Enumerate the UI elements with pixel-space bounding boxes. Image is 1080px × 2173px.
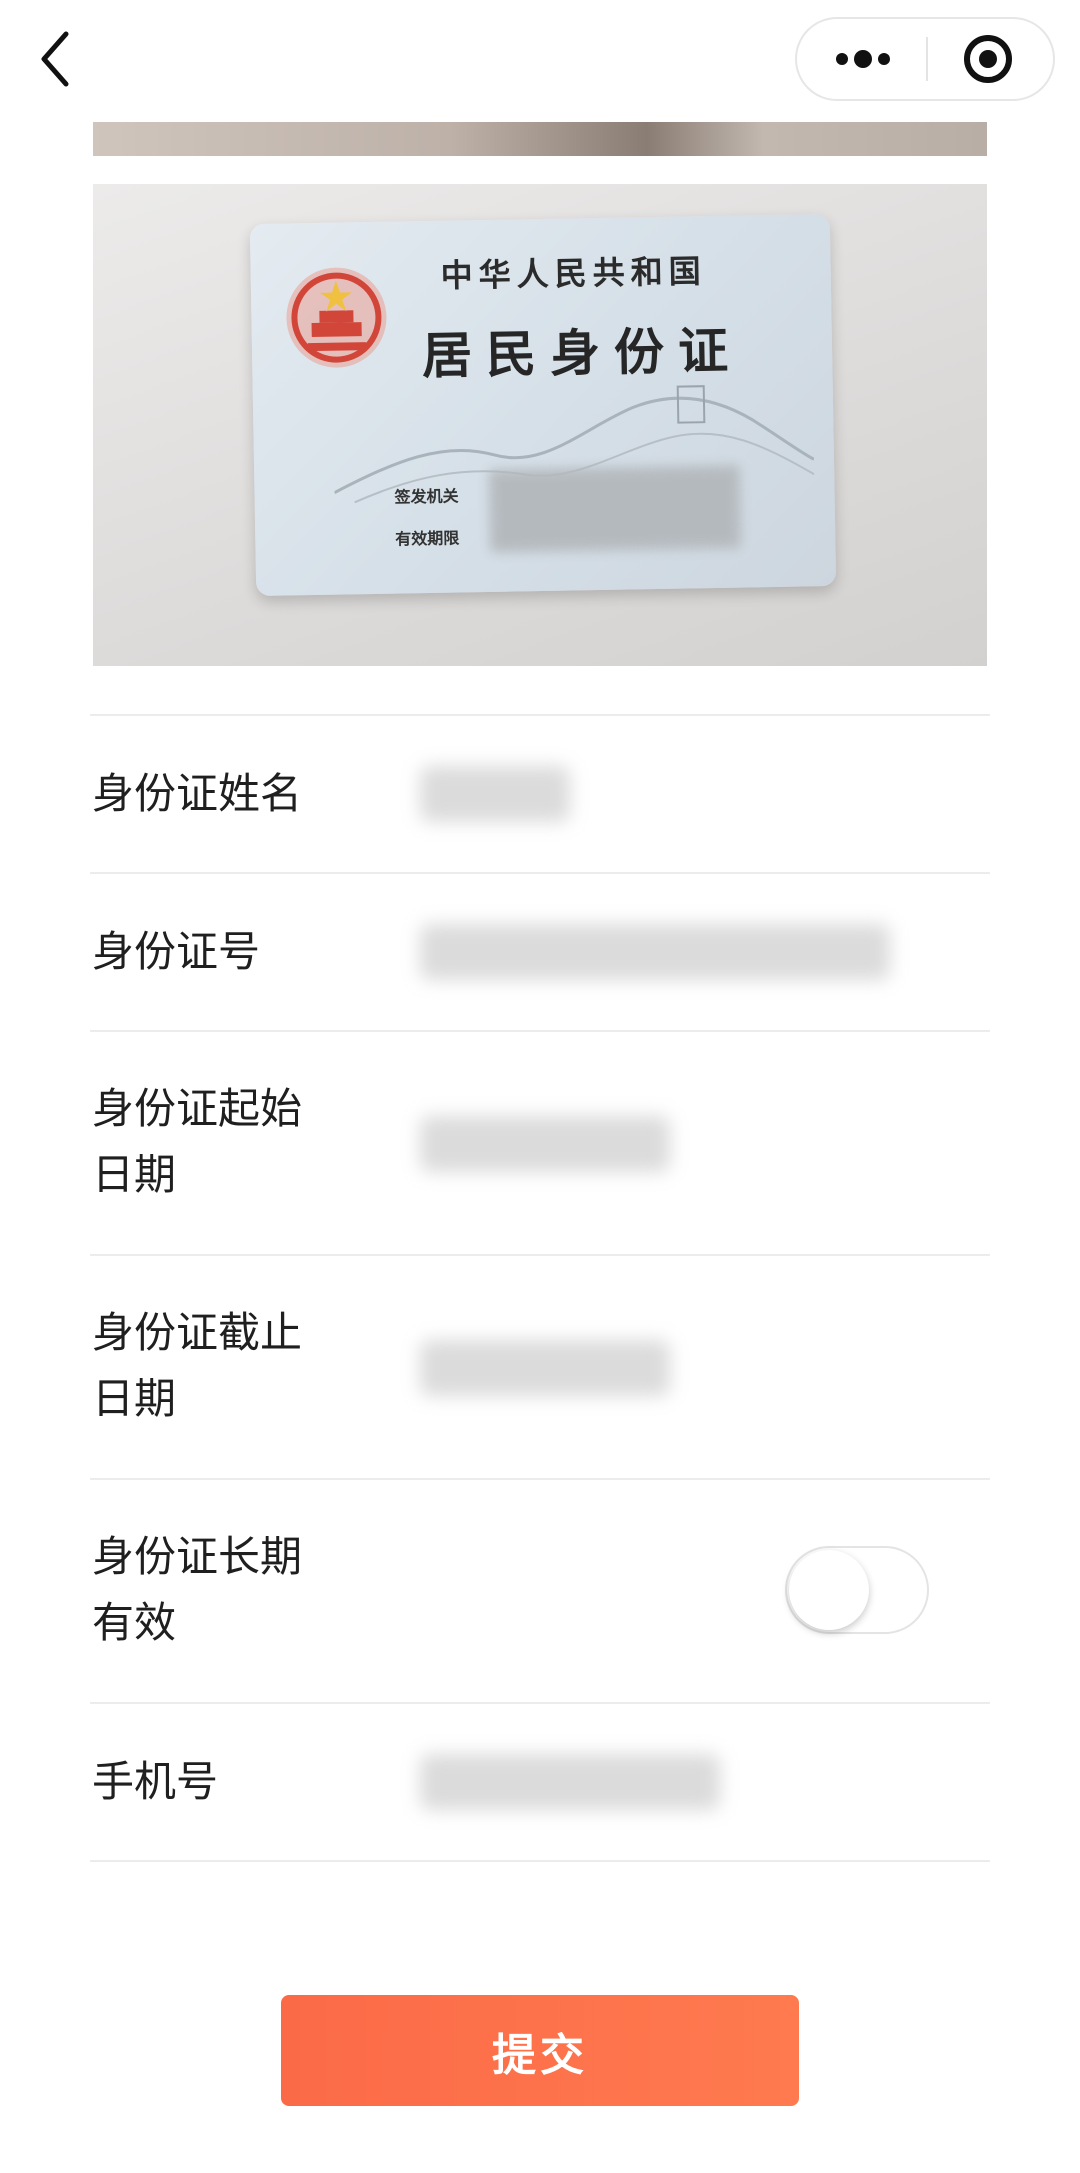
- name-row: 身份证姓名: [90, 716, 990, 872]
- id-info-form: 身份证姓名 身份证号 身份证起始 日期 身份证截止 日期 身份证长期 有效 手机…: [90, 714, 990, 1862]
- start-date-label: 身份证起始 日期: [92, 1076, 352, 1208]
- more-button[interactable]: [797, 19, 927, 99]
- divider: [90, 1860, 990, 1862]
- more-dots-icon: [836, 50, 890, 68]
- redacted-card-info: [489, 465, 741, 552]
- id-back-photo[interactable]: [93, 122, 987, 156]
- id-number-field[interactable]: [420, 924, 890, 980]
- validity-label: 有效期限: [395, 528, 460, 549]
- id-card: 中华人民共和国 居民身份证 签发机关 有效期限: [249, 213, 837, 597]
- long-term-label-line1: 身份证长期: [92, 1532, 303, 1581]
- card-country-title: 中华人民共和国: [440, 252, 708, 295]
- long-term-label-line2: 有效: [92, 1598, 177, 1647]
- id-number-row: 身份证号: [90, 874, 990, 1030]
- start-date-label-line2: 日期: [92, 1150, 177, 1199]
- name-field[interactable]: [420, 766, 570, 822]
- nav-bar: [0, 0, 1080, 120]
- issuer-label: 签发机关: [394, 486, 459, 507]
- chevron-left-icon: [41, 31, 69, 87]
- record-circle-icon: [964, 35, 1012, 83]
- phone-field[interactable]: [420, 1754, 720, 1810]
- submit-button[interactable]: 提交: [281, 1995, 799, 2106]
- start-date-field[interactable]: [420, 1116, 670, 1172]
- national-emblem-icon: [286, 267, 387, 368]
- long-term-toggle[interactable]: [785, 1546, 929, 1634]
- page: 中华人民共和国 居民身份证 签发机关 有效期限 身份证姓名 身份证号 身份证起始…: [0, 0, 1080, 2173]
- close-miniprogram-button[interactable]: [928, 19, 1055, 99]
- end-date-label-line1: 身份证截止: [92, 1308, 303, 1357]
- long-term-label: 身份证长期 有效: [92, 1524, 352, 1656]
- id-number-label: 身份证号: [92, 927, 261, 976]
- toggle-knob: [789, 1550, 869, 1630]
- end-date-field[interactable]: [420, 1340, 670, 1396]
- phone-row: 手机号: [90, 1704, 990, 1860]
- menu-capsule: [795, 17, 1055, 101]
- id-front-photo[interactable]: 中华人民共和国 居民身份证 签发机关 有效期限: [93, 184, 987, 666]
- back-button[interactable]: [30, 24, 90, 94]
- name-label: 身份证姓名: [92, 769, 303, 818]
- phone-label: 手机号: [92, 1757, 219, 1806]
- end-date-label-line2: 日期: [92, 1374, 177, 1423]
- long-term-row: 身份证长期 有效: [90, 1480, 990, 1702]
- end-date-label: 身份证截止 日期: [92, 1300, 352, 1432]
- start-date-row: 身份证起始 日期: [90, 1032, 990, 1254]
- start-date-label-line1: 身份证起始: [92, 1084, 303, 1133]
- end-date-row: 身份证截止 日期: [90, 1256, 990, 1478]
